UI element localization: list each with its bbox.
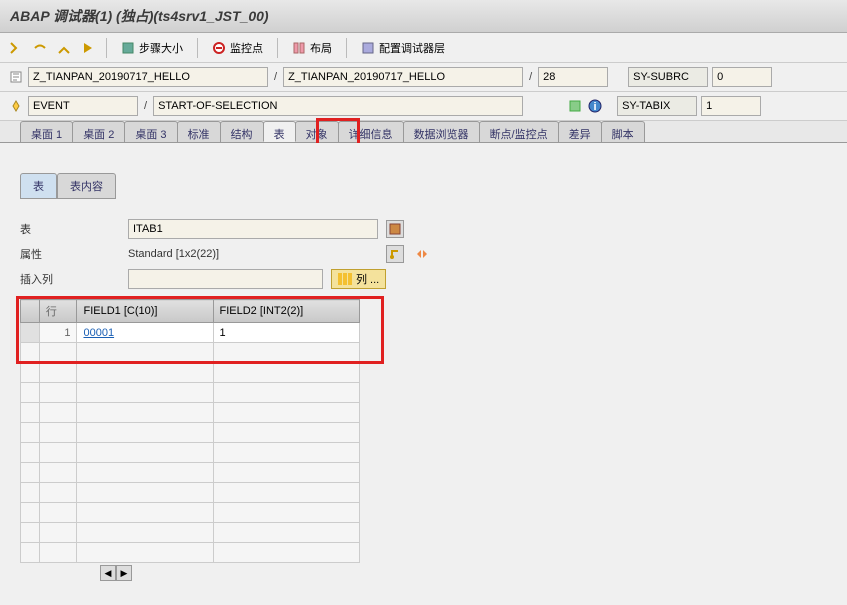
attr-action1-icon[interactable] — [386, 245, 404, 263]
separator — [346, 38, 347, 58]
attr-value: Standard [1x2(22)] — [128, 248, 378, 260]
svg-text:i: i — [594, 101, 597, 113]
step-size-label: 步骤大小 — [139, 40, 183, 56]
continue-icon[interactable] — [80, 40, 96, 56]
separator — [197, 38, 198, 58]
form-row-insert: 插入列 列 ... — [20, 269, 827, 289]
row-gutter — [21, 323, 40, 343]
table-row — [21, 463, 360, 483]
sub-tabs: 表 表内容 — [20, 173, 827, 199]
nav-row-2: / i — [0, 92, 847, 121]
table-row — [21, 383, 360, 403]
tab-table[interactable]: 表 — [263, 121, 296, 142]
context2-field[interactable] — [153, 96, 523, 116]
tab-structure[interactable]: 结构 — [220, 121, 264, 142]
debugger-layer-button[interactable]: 配置调试器层 — [357, 38, 449, 58]
tab-desktop-2[interactable]: 桌面 2 — [72, 121, 125, 142]
subtab-content[interactable]: 表内容 — [57, 173, 116, 199]
insert-input[interactable] — [128, 269, 323, 289]
sysubrc-value-field[interactable] — [712, 67, 772, 87]
watchpoint-button[interactable]: 监控点 — [208, 38, 267, 58]
col-field1[interactable]: FIELD1 [C(10)] — [77, 300, 213, 323]
divider: / — [142, 100, 149, 112]
program-icon — [8, 69, 24, 85]
table-row — [21, 443, 360, 463]
tab-detail[interactable]: 详细信息 — [338, 121, 404, 142]
col-field2[interactable]: FIELD2 [INT2(2)] — [213, 300, 360, 323]
step-size-button[interactable]: 步骤大小 — [117, 38, 187, 58]
layout-label: 布局 — [310, 40, 332, 56]
info-icon[interactable]: i — [587, 98, 603, 114]
separator — [277, 38, 278, 58]
attr-label: 属性 — [20, 246, 120, 262]
watchpoint-label: 监控点 — [230, 40, 263, 56]
window-title: ABAP 调试器(1) (独占)(ts4srv1_JST_00) — [0, 0, 847, 33]
col-row-num[interactable]: 行 — [39, 300, 77, 323]
event-icon — [8, 98, 24, 114]
tab-script[interactable]: 脚本 — [601, 121, 645, 142]
program2-field[interactable] — [283, 67, 523, 87]
nav-action-icon[interactable] — [567, 98, 583, 114]
tab-object[interactable]: 对象 — [295, 121, 339, 142]
sytabix-label-field — [617, 96, 697, 116]
row-number: 1 — [39, 323, 77, 343]
layout-button[interactable]: 布局 — [288, 38, 336, 58]
form-row-table: 表 — [20, 219, 827, 239]
insert-label: 插入列 — [20, 271, 120, 287]
divider: / — [272, 71, 279, 83]
table-label: 表 — [20, 221, 120, 237]
divider: / — [527, 71, 534, 83]
table-help-icon[interactable] — [386, 220, 404, 238]
form-row-attr: 属性 Standard [1x2(22)] — [20, 245, 827, 263]
main-toolbar: 步骤大小 监控点 布局 配置调试器层 — [0, 33, 847, 63]
debugger-layer-label: 配置调试器层 — [379, 40, 445, 56]
gutter-header — [21, 300, 40, 323]
context1-field[interactable] — [28, 96, 138, 116]
nav-row-1: / / — [0, 63, 847, 92]
tab-diff[interactable]: 差异 — [558, 121, 602, 142]
sysubrc-label-field — [628, 67, 708, 87]
table-row — [21, 543, 360, 563]
table-row — [21, 423, 360, 443]
table-row — [21, 523, 360, 543]
table-row — [21, 363, 360, 383]
program1-field[interactable] — [28, 67, 268, 87]
horizontal-scroller: ◀ ▶ — [100, 565, 827, 581]
data-grid: 行 FIELD1 [C(10)] FIELD2 [INT2(2)] 1 0000… — [20, 299, 827, 581]
subtab-table[interactable]: 表 — [20, 173, 57, 199]
table-row — [21, 403, 360, 423]
attr-action2-icon[interactable] — [412, 245, 430, 263]
table-row — [21, 343, 360, 363]
cell-field2[interactable]: 1 — [213, 323, 360, 343]
step-over-icon[interactable] — [32, 40, 48, 56]
table-row[interactable]: 1 00001 1 — [21, 323, 360, 343]
tab-standard[interactable]: 标准 — [177, 121, 221, 142]
table-row — [21, 503, 360, 523]
table-input[interactable] — [128, 219, 378, 239]
cell-field1[interactable]: 00001 — [77, 323, 213, 343]
main-tabs: 桌面 1 桌面 2 桌面 3 标准 结构 表 对象 详细信息 数据浏览器 断点/… — [0, 121, 847, 143]
scroll-left-icon[interactable]: ◀ — [100, 565, 116, 581]
sytabix-value-field[interactable] — [701, 96, 761, 116]
tab-desktop-3[interactable]: 桌面 3 — [124, 121, 177, 142]
step-out-icon[interactable] — [56, 40, 72, 56]
step-into-icon[interactable] — [8, 40, 24, 56]
table-row — [21, 483, 360, 503]
line-field[interactable] — [538, 67, 608, 87]
tab-desktop-1[interactable]: 桌面 1 — [20, 121, 73, 142]
tab-breakpoint[interactable]: 断点/监控点 — [479, 121, 559, 142]
columns-button-label: 列 ... — [356, 271, 379, 287]
separator — [106, 38, 107, 58]
tab-browser[interactable]: 数据浏览器 — [403, 121, 480, 142]
scroll-right-icon[interactable]: ▶ — [116, 565, 132, 581]
columns-button[interactable]: 列 ... — [331, 269, 386, 289]
content-area: 表 表内容 表 属性 Standard [1x2(22)] 插入列 — [0, 143, 847, 605]
